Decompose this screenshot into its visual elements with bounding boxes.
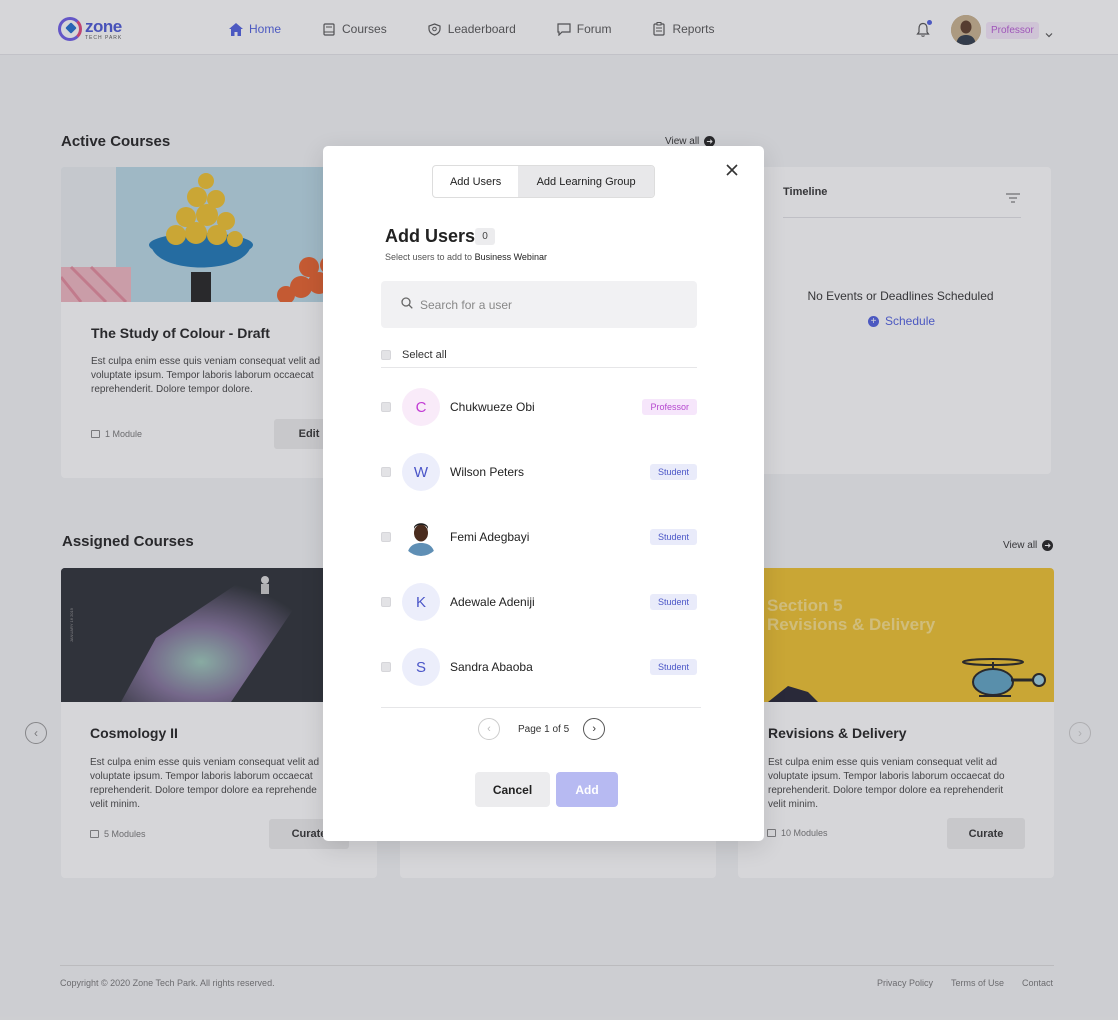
chevron-right-icon: ›: [592, 723, 596, 735]
tab-add-users[interactable]: Add Users: [433, 166, 518, 197]
select-all-row[interactable]: Select all: [381, 349, 447, 361]
search-icon: [401, 296, 413, 314]
user-name: Chukwueze Obi: [450, 400, 535, 414]
pagination: ‹ Page 1 of 5 ›: [478, 718, 606, 740]
next-page-button[interactable]: ›: [583, 718, 606, 740]
modal-title: Add Users: [385, 226, 476, 246]
avatar: C: [402, 388, 440, 426]
search-input[interactable]: [420, 297, 680, 312]
user-row[interactable]: S Sandra Abaoba Student: [381, 647, 697, 687]
user-checkbox[interactable]: [381, 662, 391, 672]
user-row[interactable]: W Wilson Peters Student: [381, 452, 697, 492]
modal-subtitle-prefix: Select users to add to: [385, 252, 473, 262]
user-name: Adewale Adeniji: [450, 595, 535, 609]
tab-add-learning-group[interactable]: Add Learning Group: [518, 166, 654, 197]
avatar: W: [402, 453, 440, 491]
cancel-button[interactable]: Cancel: [475, 772, 550, 807]
modal-subtitle-target: Business Webinar: [474, 252, 547, 262]
user-checkbox[interactable]: [381, 402, 391, 412]
role-badge: Student: [649, 594, 697, 610]
page-indicator: Page 1 of 5: [518, 723, 570, 735]
modal-tab-switcher: Add Users Add Learning Group: [432, 165, 655, 198]
user-checkbox[interactable]: [381, 467, 391, 477]
user-checkbox[interactable]: [381, 532, 391, 542]
add-users-modal: Add Users Add Learning Group Add Users 0…: [323, 146, 764, 841]
role-badge: Student: [649, 659, 697, 675]
close-icon[interactable]: [723, 161, 741, 179]
avatar: K: [402, 583, 440, 621]
user-name: Wilson Peters: [450, 465, 525, 479]
select-all-label: Select all: [402, 349, 447, 361]
user-name: Sandra Abaoba: [450, 660, 533, 674]
selected-count-badge: 0: [475, 228, 495, 245]
user-row[interactable]: Femi Adegbayi Student: [381, 517, 697, 557]
pagination-divider: [381, 707, 701, 708]
prev-page-button[interactable]: ‹: [478, 718, 500, 740]
chevron-left-icon: ‹: [487, 723, 491, 735]
user-row[interactable]: C Chukwueze Obi Professor: [381, 387, 697, 427]
add-button[interactable]: Add: [556, 772, 618, 807]
select-all-checkbox[interactable]: [381, 350, 391, 360]
avatar: S: [402, 648, 440, 686]
user-checkbox[interactable]: [381, 597, 391, 607]
avatar: [402, 518, 440, 556]
list-divider: [381, 367, 697, 368]
role-badge: Student: [649, 464, 697, 480]
role-badge: Professor: [642, 399, 697, 415]
modal-subtitle: Select users to add to Business Webinar: [385, 252, 547, 262]
role-badge: Student: [649, 529, 697, 545]
user-search-box[interactable]: [381, 281, 697, 328]
user-name: Femi Adegbayi: [450, 530, 530, 544]
user-row[interactable]: K Adewale Adeniji Student: [381, 582, 697, 622]
